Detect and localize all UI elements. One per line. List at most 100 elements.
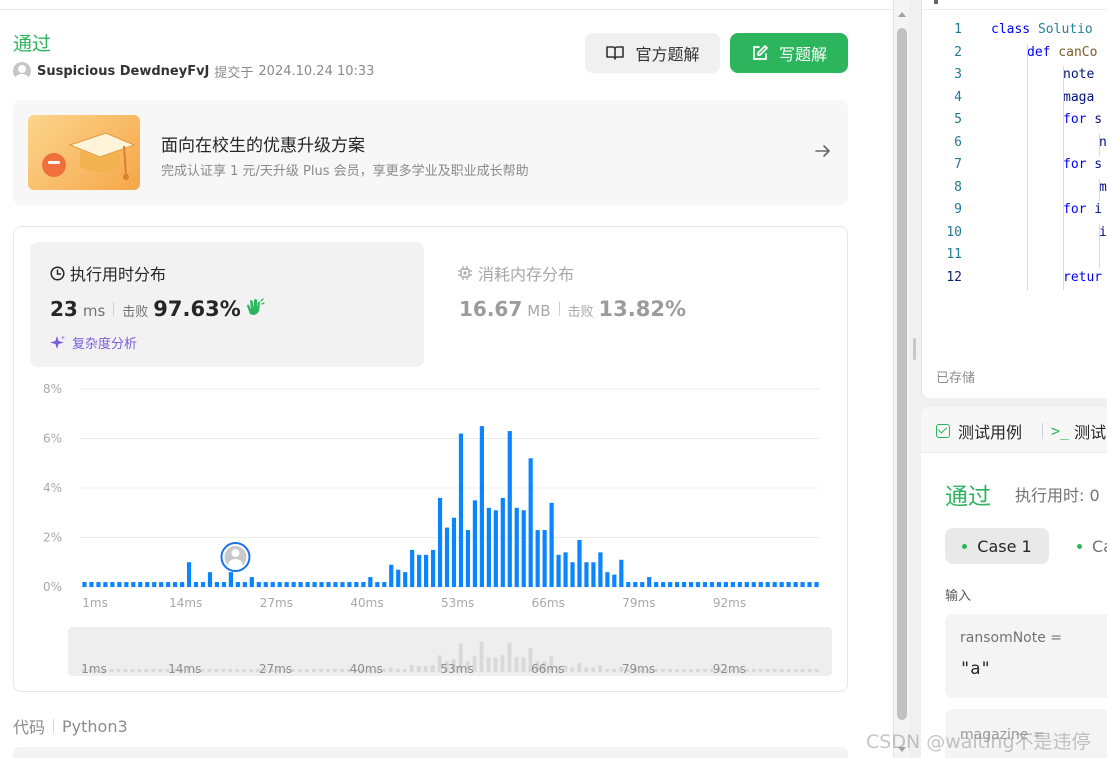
code-line[interactable]: maga <box>1063 90 1094 105</box>
bar[interactable] <box>207 572 213 587</box>
bar[interactable] <box>549 502 554 587</box>
bar[interactable] <box>507 431 512 587</box>
runtime-distribution-chart[interactable]: 0% 2% 4% 6% 8% 1ms 14ms 27ms 40ms 53ms 66ms 79ms 92m… <box>14 375 847 625</box>
bar[interactable] <box>633 582 638 587</box>
bar[interactable] <box>723 582 728 587</box>
bar[interactable] <box>535 530 540 587</box>
bar[interactable] <box>110 582 115 587</box>
bar[interactable] <box>326 582 331 587</box>
bar[interactable] <box>221 582 227 587</box>
bar[interactable] <box>765 582 770 587</box>
bar[interactable] <box>793 582 798 587</box>
bar[interactable] <box>521 510 526 587</box>
bar[interactable] <box>152 582 157 587</box>
bar[interactable] <box>186 562 192 587</box>
bar[interactable] <box>500 497 505 587</box>
code-line[interactable]: i <box>1099 225 1107 240</box>
bar[interactable] <box>256 582 261 587</box>
bar[interactable] <box>263 582 268 587</box>
bar[interactable] <box>430 549 436 587</box>
bar[interactable] <box>228 572 233 587</box>
bar[interactable] <box>410 549 415 587</box>
bar[interactable] <box>424 554 429 587</box>
bar[interactable] <box>626 582 631 587</box>
code-editor[interactable]: 1 class Solutio 2 def canCo 3 note 4 maga 5 for s… <box>921 0 1107 398</box>
arrow-right-icon[interactable] <box>814 142 832 160</box>
bar[interactable] <box>347 582 352 587</box>
bar[interactable] <box>159 582 164 587</box>
bar[interactable] <box>333 582 338 587</box>
bar[interactable] <box>312 582 317 587</box>
bar[interactable] <box>619 559 624 587</box>
bar[interactable] <box>570 562 575 587</box>
bar[interactable] <box>82 582 87 587</box>
range-overview-chart[interactable]: 1ms 14ms 27ms 40ms 53ms 66ms 79ms 92ms <box>68 627 832 676</box>
bar[interactable] <box>737 582 742 587</box>
bar[interactable] <box>361 582 366 587</box>
bar[interactable] <box>598 552 603 587</box>
bar[interactable] <box>145 582 150 587</box>
submitter-name[interactable]: Suspicious DewdneyFvJ <box>37 64 209 79</box>
bar[interactable] <box>695 582 701 587</box>
bar[interactable] <box>235 582 240 587</box>
bar[interactable] <box>577 539 582 587</box>
bar[interactable] <box>640 582 645 587</box>
bar[interactable] <box>807 582 812 587</box>
bar[interactable] <box>528 458 533 587</box>
bar[interactable] <box>563 552 568 587</box>
case-1-tab[interactable]: Case 1 <box>945 528 1049 564</box>
bar[interactable] <box>612 574 617 587</box>
bar[interactable] <box>674 582 680 587</box>
bar[interactable] <box>647 577 652 587</box>
bar[interactable] <box>242 582 247 587</box>
bar[interactable] <box>591 562 596 587</box>
complexity-analysis-link[interactable]: 复杂度分析 <box>50 333 137 352</box>
bar[interactable] <box>786 582 791 587</box>
bar[interactable] <box>389 564 394 587</box>
bar[interactable] <box>654 582 659 587</box>
write-solution-button[interactable]: 写题解 <box>730 33 848 73</box>
bar[interactable] <box>96 582 101 587</box>
bar[interactable] <box>193 582 199 587</box>
bar[interactable] <box>277 582 282 587</box>
bar[interactable] <box>730 582 735 587</box>
bar[interactable] <box>472 500 477 587</box>
user-avatar-icon[interactable] <box>13 62 31 80</box>
bar[interactable] <box>180 582 185 587</box>
bar[interactable] <box>131 582 136 587</box>
bar[interactable] <box>340 582 345 587</box>
code-line[interactable]: def canCo <box>1027 45 1097 60</box>
code-line[interactable]: for s <box>1063 112 1102 127</box>
code-line[interactable]: n <box>1099 135 1107 150</box>
bar[interactable] <box>214 582 220 587</box>
bar[interactable] <box>124 582 129 587</box>
bar[interactable] <box>751 582 756 587</box>
bar[interactable] <box>368 577 373 587</box>
case-2-tab[interactable]: Ca <box>1077 528 1107 564</box>
bar[interactable] <box>716 582 722 587</box>
bar[interactable] <box>458 433 464 587</box>
bar[interactable] <box>814 582 819 587</box>
bar[interactable] <box>486 507 491 587</box>
bar[interactable] <box>758 582 763 587</box>
bar[interactable] <box>688 582 694 587</box>
bar[interactable] <box>173 582 178 587</box>
scroll-thumb[interactable] <box>897 28 907 720</box>
bar[interactable] <box>291 582 296 587</box>
bar[interactable] <box>542 530 547 587</box>
bar[interactable] <box>800 582 805 587</box>
code-line[interactable]: for s <box>1063 157 1102 172</box>
bar[interactable] <box>681 582 687 587</box>
bar[interactable] <box>556 554 561 587</box>
code-line[interactable]: retur <box>1063 270 1102 285</box>
bar[interactable] <box>354 582 359 587</box>
bar[interactable] <box>305 582 310 587</box>
tab-testcase[interactable]: 测试用例 <box>936 419 1022 443</box>
bar[interactable] <box>403 572 408 587</box>
code-line[interactable]: class Solutio <box>991 22 1093 37</box>
bar[interactable] <box>605 572 610 587</box>
bar[interactable] <box>661 582 666 587</box>
bar[interactable] <box>479 426 484 587</box>
bar[interactable] <box>249 577 254 587</box>
chart-range-selector[interactable]: 1ms 14ms 27ms 40ms 53ms 66ms 79ms 92ms <box>68 627 832 676</box>
